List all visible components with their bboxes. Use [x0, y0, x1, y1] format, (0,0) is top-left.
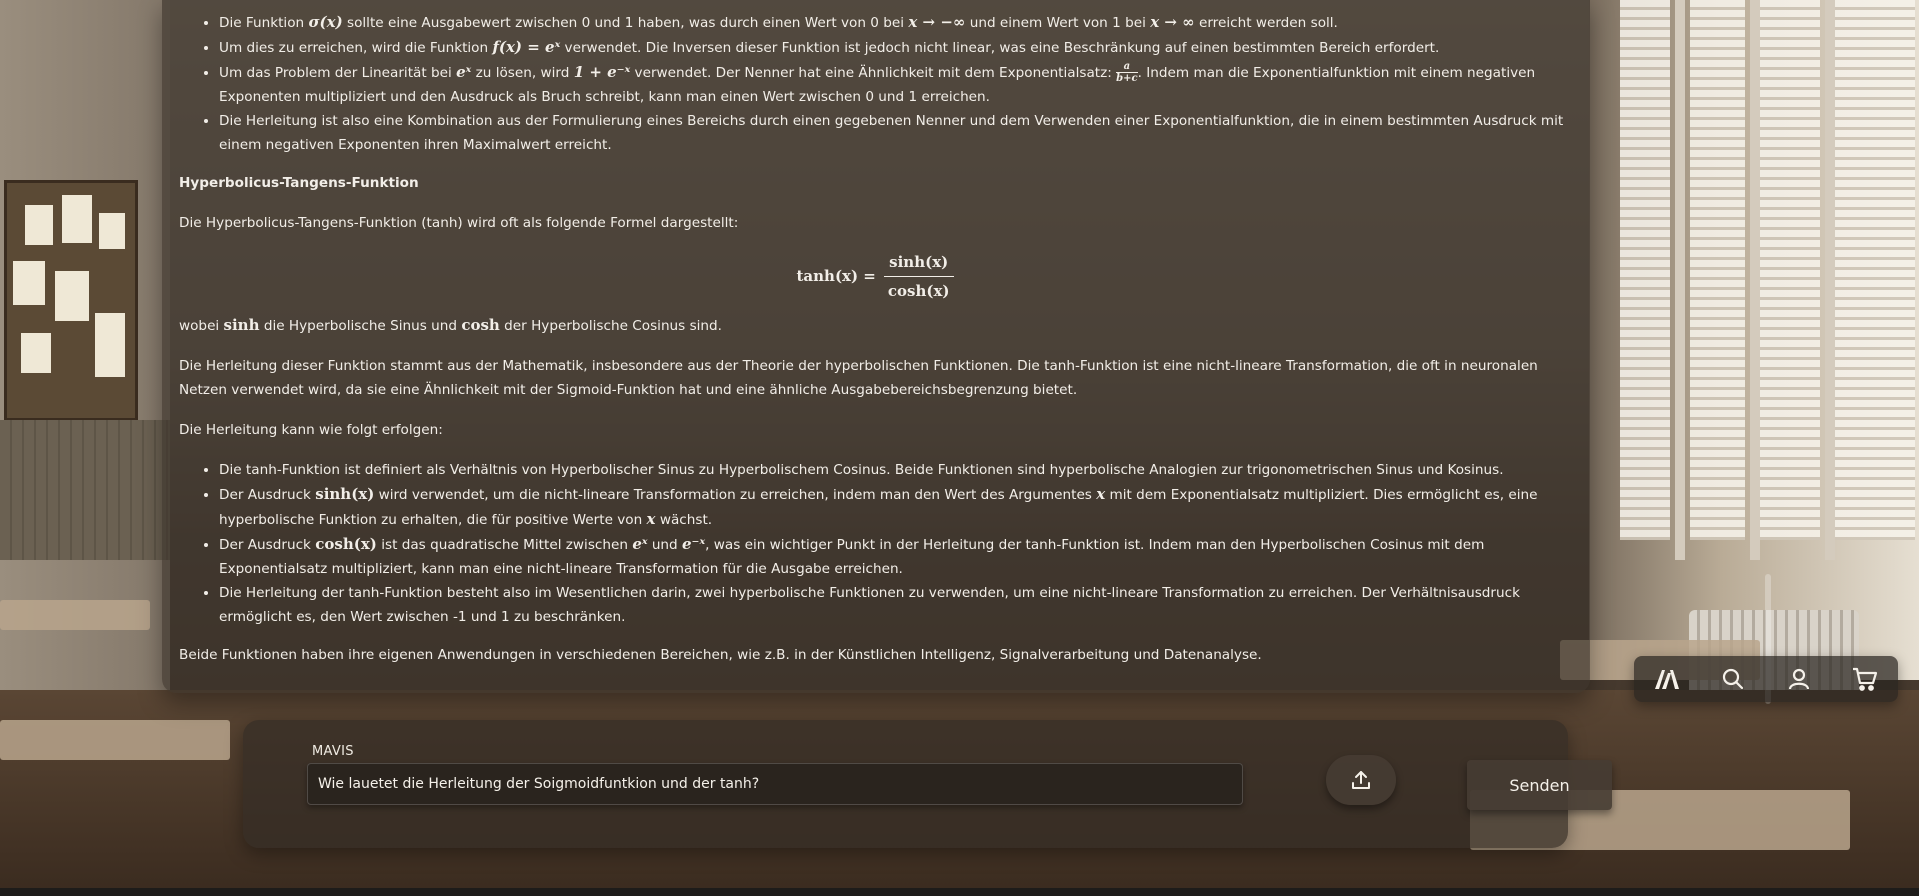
floating-nav-bar — [1634, 656, 1898, 702]
list-item: Die Herleitung ist also eine Kombination… — [219, 109, 1571, 157]
math-expression: x — [646, 510, 656, 528]
sigmoid-derivation-list: Die Funktion σ(x) sollte eine Ausgabewer… — [179, 10, 1571, 157]
section-heading: Hyperbolicus-Tangens-Funktion — [179, 175, 419, 191]
math-expression: cosh — [461, 316, 500, 334]
math-expression: sinh(x) — [315, 485, 375, 503]
paragraph: Die Herleitung dieser Funktion stammt au… — [179, 358, 1538, 398]
corkboard — [4, 180, 138, 421]
list-item: Die tanh-Funktion ist definiert als Verh… — [219, 458, 1571, 482]
assistant-message: Die Funktion σ(x) sollte eine Ausgabewer… — [179, 10, 1571, 683]
search-icon[interactable] — [1713, 659, 1753, 699]
list-item: Die Funktion σ(x) sollte eine Ausgabewer… — [219, 10, 1571, 35]
paragraph: wobei sinh die Hyperbolische Sinus und c… — [179, 316, 722, 334]
message-input[interactable] — [307, 763, 1243, 805]
paragraph: Die Hyperbolicus-Tangens-Funktion (tanh)… — [179, 215, 739, 231]
math-expression: x → ∞ — [1150, 13, 1195, 31]
upload-icon — [1352, 771, 1370, 789]
chat-response-panel: Die Funktion σ(x) sollte eine Ausgabewer… — [162, 0, 1590, 693]
upload-button[interactable] — [1326, 755, 1396, 805]
send-button[interactable]: Senden — [1467, 760, 1612, 810]
math-expression: 1 + e⁻ˣ — [573, 63, 631, 81]
math-expression: σ(x) — [308, 13, 343, 31]
composer-label: MAVIS — [312, 744, 354, 759]
list-item: Der Ausdruck sinh(x) wird verwendet, um … — [219, 482, 1571, 532]
list-item: Der Ausdruck cosh(x) ist das quadratisch… — [219, 532, 1571, 581]
math-expression: x — [1096, 485, 1106, 503]
paragraph: Beide Funktionen haben ihre eigenen Anwe… — [179, 647, 1262, 663]
cart-icon[interactable] — [1845, 659, 1885, 699]
tanh-formula: tanh(x) = sinh(x) cosh(x) — [179, 251, 1571, 301]
list-item: Um dies zu erreichen, wird die Funktion … — [219, 35, 1571, 60]
paragraph: Die Herleitung kann wie folgt erfolgen: — [179, 422, 443, 438]
math-expression: eˣ — [632, 535, 648, 553]
math-expression: x → −∞ — [908, 13, 966, 31]
user-icon[interactable] — [1779, 659, 1819, 699]
tanh-derivation-list: Die tanh-Funktion ist definiert als Verh… — [179, 458, 1571, 629]
math-expression: cosh(x) — [315, 535, 377, 553]
list-item: Um das Problem der Linearität bei eˣ zu … — [219, 60, 1571, 109]
math-expression: eˣ — [456, 63, 472, 81]
formula-fraction: sinh(x) cosh(x) — [883, 250, 954, 303]
math-expression: e⁻ˣ — [682, 535, 706, 553]
math-expression: f(x) = eˣ — [492, 38, 561, 56]
math-expression: sinh — [223, 316, 260, 334]
inline-fraction: a b+c — [1116, 61, 1138, 84]
list-item: Die Herleitung der tanh-Funktion besteht… — [219, 581, 1571, 629]
logo-icon[interactable] — [1647, 659, 1687, 699]
message-composer: MAVIS Senden — [243, 720, 1612, 848]
